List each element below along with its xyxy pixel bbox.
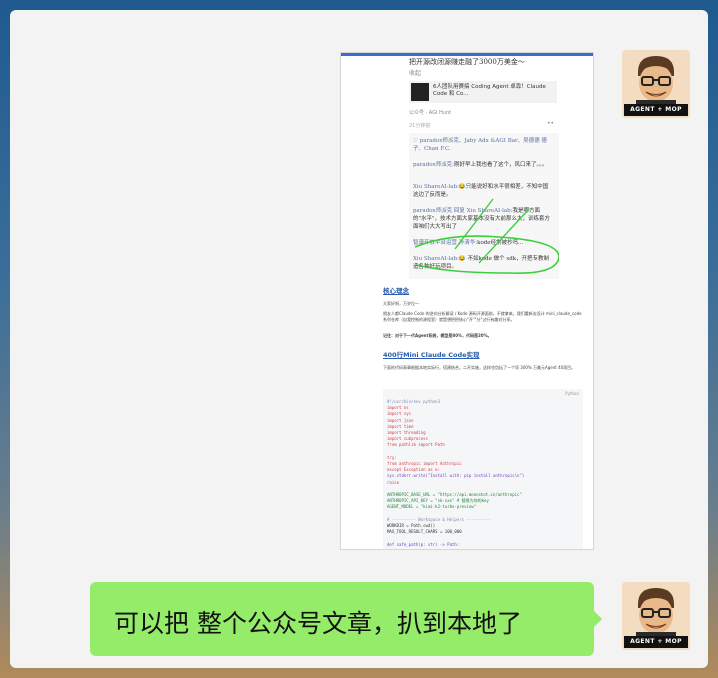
shared-screenshot-image[interactable]: 把开源改闭源赚走融了3000万美金～ 收起 6人团队用赛搞 Coding Age… — [340, 52, 594, 550]
post-time: 21分钟前 — [409, 123, 431, 129]
user-avatar[interactable]: AGENT + MOP — [622, 582, 690, 650]
article-body: 核心理念 大家好呀，万岁位一 朋友人都Claude Code 的逆向分析解读 /… — [341, 279, 593, 549]
code-line: try: — [387, 454, 397, 460]
code-block: Python #!/usr/bin/env python3 import os im… — [383, 389, 583, 549]
avatar-badge: AGENT + MOP — [624, 636, 688, 648]
message-text: 可以把 整个公众号文章，扒到本地了 — [114, 609, 522, 638]
code-line: sys.stderr.write("Install with: pip inst… — [387, 473, 525, 479]
article-card: 6人团队用赛搞 Coding Agent 卓靠！Claude Code 和 Co… — [409, 81, 557, 103]
code-line: from pathlib import Path — [387, 442, 445, 448]
paragraph: 下面的代码表章根据本地实际行，搭建结合，二开实施，这样也包括了一个项 300% … — [383, 365, 576, 370]
avatar-badge: AGENT + MOP — [624, 104, 688, 116]
code-line: import sys — [387, 411, 412, 417]
article-title: 把开源改闭源赚走融了3000万美金～ — [409, 58, 525, 66]
card-title: 6人团队用赛搞 Coding Agent 卓靠！Claude Code 和 Co… — [433, 84, 546, 97]
image-top-bar — [341, 53, 593, 56]
bubble-tail — [594, 611, 602, 627]
code-line: # ---------- Workspace & Helpers -------… — [387, 516, 491, 522]
code-line: WORKDIR = Path.cwd() — [387, 523, 436, 528]
paragraph: 朋友人都Claude Code 的逆向分析解读 / Kode 源码开源面前，不就… — [383, 311, 582, 322]
code-line: ANTHROPIC_BASE_URL = "https://api.moonsh… — [387, 492, 522, 497]
code-language-label: Python — [565, 391, 579, 396]
chat-window: AGENT + MOP 把开源改闭源赚走融了3000万美金～ 收起 6人团队用赛… — [10, 10, 708, 668]
user-avatar[interactable]: AGENT + MOP — [622, 50, 690, 118]
comments-panel: ♡ paradox师派克、Jaby Adx &AGI Bar、吴德德 德子、Ch… — [409, 133, 559, 279]
paragraph-bold: 记住：对于下一代Agent系统，模型是80%，代码是20%。 — [383, 333, 492, 338]
code-line: def safe_path(p: str) -> Path: — [387, 541, 460, 547]
code-line: import subprocess — [387, 436, 428, 442]
code-line: import os — [387, 405, 409, 411]
heading-core-idea: 核心理念 — [383, 287, 409, 295]
card-thumbnail — [411, 83, 429, 101]
code-line: raise — [387, 479, 400, 485]
code-line: ANTHROPIC_API_KEY = "sk-xxx" # 替换为你的key — [387, 498, 489, 504]
heading-mini-claude-code: 400行Mini Claude Code实现 — [383, 351, 480, 359]
code-line: AGENT_MODEL = "kimi-k2-turbo-preview" — [387, 504, 477, 510]
collect-link: 收起 — [409, 70, 422, 77]
message-bubble[interactable]: 可以把 整个公众号文章，扒到本地了 — [90, 582, 602, 656]
code-line: #!/usr/bin/env python3 — [387, 399, 440, 404]
code-line: from anthropic import Anthropic — [387, 461, 462, 466]
code-line: import threading — [387, 430, 426, 435]
article-source: 公众号 · AGI Hunt — [409, 110, 452, 116]
green-annotation-icon — [414, 198, 559, 274]
more-icon: •• — [547, 120, 555, 127]
code-line: except Exception as e: — [387, 467, 440, 473]
code-line: MAX_TOOL_RESULT_CHARS = 100_000 — [387, 529, 462, 535]
code-line: import time — [387, 423, 414, 429]
paragraph: 大家好呀，万岁位一 — [383, 301, 419, 306]
code-line: import json — [387, 417, 414, 423]
